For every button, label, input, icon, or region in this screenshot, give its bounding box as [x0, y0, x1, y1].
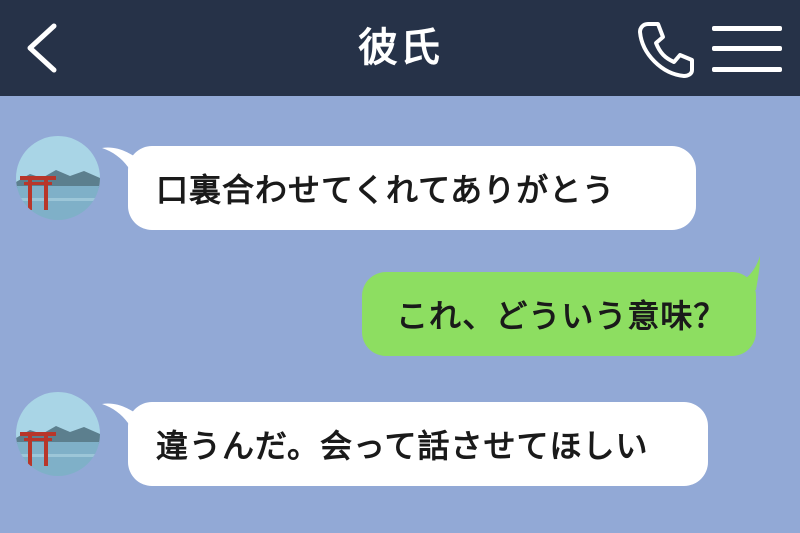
message-bubble-received[interactable]: 口裏合わせてくれてありがとう — [128, 146, 696, 230]
message-text: 違うんだ。会って話させてほしい — [156, 427, 649, 465]
message-text: これ、どういう意味？ — [396, 297, 727, 335]
chat-header: 彼氏 — [0, 0, 800, 96]
message-bubble-received[interactable]: 違うんだ。会って話させてほしい — [128, 402, 708, 486]
avatar[interactable] — [16, 392, 100, 476]
torii-gate-photo — [16, 392, 100, 476]
message-text: 口裏合わせてくれてありがとう — [156, 171, 616, 209]
hamburger-menu-icon[interactable] — [712, 24, 782, 74]
message-bubble-sent[interactable]: これ、どういう意味？ — [362, 272, 756, 356]
phone-icon[interactable] — [634, 18, 698, 80]
torii-gate-photo — [16, 136, 100, 220]
avatar[interactable] — [16, 136, 100, 220]
